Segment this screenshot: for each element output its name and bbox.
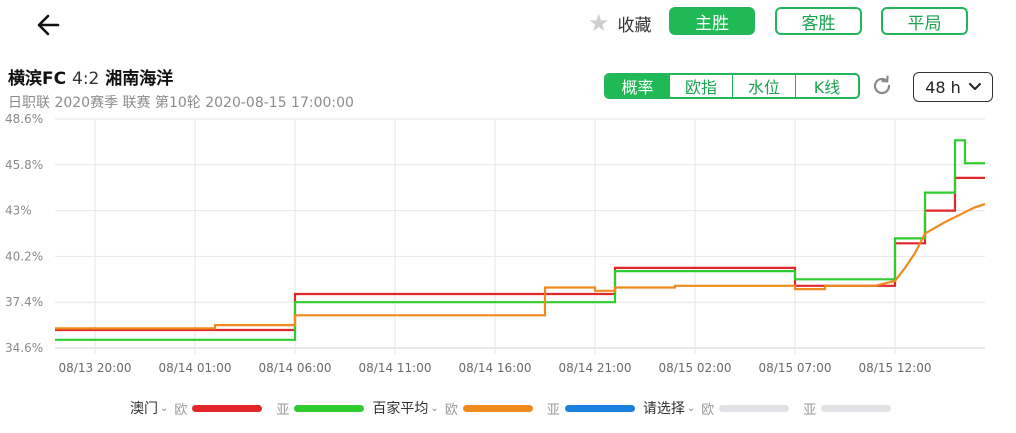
legend-market-asia: 亚 [546,402,560,418]
mode-euro-odds[interactable]: 欧指 [669,75,732,97]
legend-market-asia: 亚 [803,402,817,418]
tab-away-win[interactable]: 客胜 [775,7,862,35]
legend-group-average: 百家平均 ⌄ 欧 亚 [372,398,635,418]
y-tick-label: 43% [5,204,32,218]
favorite-label: 收藏 [617,15,652,36]
legend-group-macau: 澳门 ⌄ 欧 亚 [130,398,365,418]
legend-market-eu: 欧 [701,402,715,418]
legend-group-select: 请选择 ⌄ 欧 亚 [643,398,892,418]
legend-swatch-average-eu[interactable] [462,404,533,412]
probability-chart: 48.6% 45.8% 43% 40.2% 37.4% 34.6% 08/13 20:00… [5,112,986,375]
back-arrow-icon[interactable] [34,10,68,40]
match-score: 4:2 [72,69,100,89]
chart-mode-switch: 概率 欧指 水位 K线 [604,73,860,99]
y-tick-label: 37.4% [5,295,43,309]
tab-draw[interactable]: 平局 [881,7,968,35]
time-range-select[interactable]: 48 h [913,72,993,102]
tab-home-win[interactable]: 主胜 [669,7,755,35]
x-tick-label: 08/14 11:00 [359,361,432,375]
match-meta: 日职联 2020赛季 联赛 第10轮 2020-08-15 17:00:00 [8,95,354,111]
x-tick-label: 08/14 06:00 [259,361,332,375]
x-tick-label: 08/14 21:00 [559,361,632,375]
x-tick-label: 08/14 01:00 [159,361,232,375]
legend-swatch-macau-asia[interactable] [294,404,365,412]
legend-swatch-average-asia[interactable] [564,404,635,412]
y-tick-label: 34.6% [5,341,43,355]
legend-bookmaker-macau[interactable]: 澳门 [130,398,158,418]
x-tick-label: 08/15 12:00 [859,361,932,375]
y-tick-label: 45.8% [5,158,43,172]
legend-market-eu: 欧 [444,402,458,418]
legend-swatch-macau-eu[interactable] [192,404,263,412]
x-tick-label: 08/15 07:00 [759,361,832,375]
chevron-down-icon [968,83,981,90]
legend-swatch-select-asia[interactable] [821,404,892,412]
y-tick-label: 40.2% [5,249,43,263]
chevron-down-icon[interactable]: ⌄ [160,403,168,414]
time-range-value: 48 h [925,77,961,97]
legend-market-eu: 欧 [174,402,188,418]
chevron-down-icon[interactable]: ⌄ [687,403,695,414]
legend-swatch-select-eu[interactable] [719,404,790,412]
star-icon: ★ [588,9,610,37]
mode-k-line[interactable]: K线 [795,75,858,97]
legend-bookmaker-average[interactable]: 百家平均 [372,398,428,418]
mode-probability[interactable]: 概率 [606,75,669,97]
favorite-toggle[interactable]: ★ 收藏 [588,9,652,37]
legend-market-asia: 亚 [276,402,290,418]
x-tick-label: 08/13 20:00 [59,361,132,375]
x-tick-label: 08/14 16:00 [459,361,532,375]
home-team: 横滨FC [8,69,67,89]
y-tick-label: 48.6% [5,112,43,126]
refresh-icon[interactable] [870,74,894,98]
mode-water-level[interactable]: 水位 [732,75,795,97]
chart-legend: 澳门 ⌄ 欧 亚 百家平均 ⌄ 欧 亚 请选择 ⌄ 欧 亚 [130,398,899,418]
away-team: 湘南海洋 [105,69,174,89]
match-title: 横滨FC 4:2 湘南海洋 [8,64,173,89]
x-tick-label: 08/15 02:00 [659,361,732,375]
legend-bookmaker-select[interactable]: 请选择 [643,398,685,418]
chevron-down-icon[interactable]: ⌄ [430,403,438,414]
